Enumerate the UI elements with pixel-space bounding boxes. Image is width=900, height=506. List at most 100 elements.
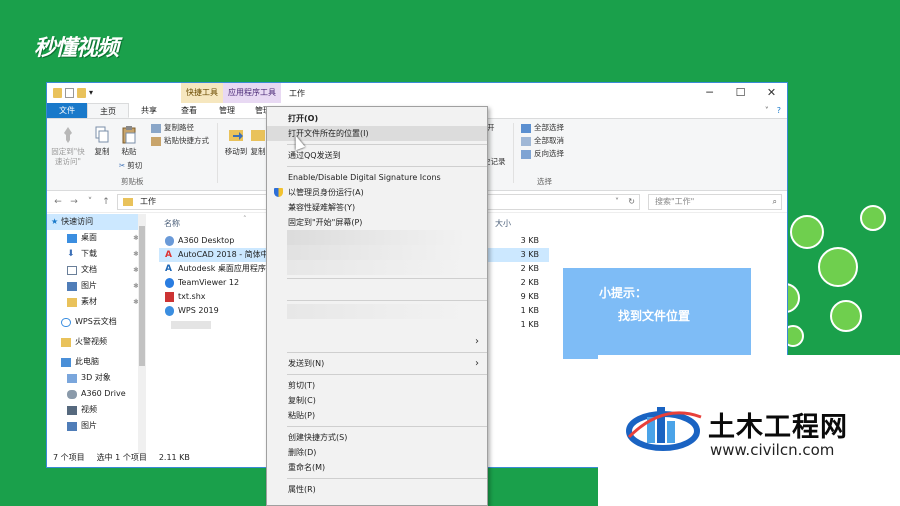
menu-item-open[interactable]: 打开(O)	[267, 111, 487, 126]
nav-item-documents[interactable]: 文档 ✱	[47, 262, 143, 278]
nav-item-quick-access[interactable]: ★ 快速访问	[47, 214, 143, 230]
folder-icon[interactable]	[53, 88, 62, 98]
properties-icon[interactable]	[65, 88, 74, 98]
menu-separator	[287, 278, 487, 279]
nav-item-videos[interactable]: 视频	[47, 402, 143, 418]
blurred-menu-item	[287, 304, 467, 319]
nav-item-wps-cloud[interactable]: WPS云文档	[47, 314, 143, 330]
help-icon[interactable]: ?	[777, 106, 781, 115]
submenu-arrow-icon: ›	[475, 358, 479, 369]
nav-item-fire-video[interactable]: 火警视频	[47, 334, 143, 350]
menu-item-copy[interactable]: 复制(C)	[267, 393, 487, 408]
close-button[interactable]: ✕	[756, 83, 787, 103]
nav-item-desktop[interactable]: 桌面 ✱	[47, 230, 143, 246]
autodesk-icon: A	[165, 264, 172, 274]
menu-item-paste[interactable]: 粘贴(P)	[267, 408, 487, 423]
desktop-icon	[67, 233, 77, 243]
menu-item-label: 发送到(N)	[288, 359, 325, 368]
nav-item-pictures-pc[interactable]: 图片	[47, 418, 143, 434]
paste-button[interactable]: 粘贴	[117, 125, 141, 157]
scissors-icon: ✂	[119, 161, 126, 170]
nav-item-materials[interactable]: 素材 ✱	[47, 294, 143, 310]
menu-separator	[287, 426, 487, 427]
nav-item-a360-drive[interactable]: A360 Drive	[47, 386, 143, 402]
copy-label: 复制	[94, 147, 110, 156]
copy-button[interactable]: 复制	[91, 125, 113, 157]
move-to-button[interactable]: 移动到	[221, 125, 251, 157]
nav-item-pictures[interactable]: 图片 ✱	[47, 278, 143, 294]
paste-shortcut-label: 粘贴快捷方式	[164, 136, 209, 145]
menu-separator	[287, 352, 487, 353]
column-name[interactable]: 名称	[164, 214, 180, 234]
computer-icon	[61, 357, 71, 367]
back-button[interactable]: ←	[53, 197, 63, 207]
menu-item-rename[interactable]: 重命名(M)	[267, 460, 487, 475]
move-folder-icon	[229, 130, 243, 141]
menu-item-compatibility[interactable]: 兼容性疑难解答(Y)	[267, 200, 487, 215]
tab-share[interactable]: 共享	[129, 103, 169, 118]
collapse-ribbon-icon[interactable]: ˅	[765, 106, 769, 115]
customize-icon[interactable]: ▾	[89, 88, 97, 98]
tab-manage-1[interactable]: 管理	[209, 103, 245, 118]
menu-separator	[287, 478, 487, 479]
invert-selection-button[interactable]: 反向选择	[521, 147, 564, 160]
up-button[interactable]: ↑	[101, 197, 111, 207]
nav-item-downloads[interactable]: ⬇ 下载 ✱	[47, 246, 143, 262]
recent-locations-button[interactable]: ˅	[85, 197, 95, 207]
menu-separator	[287, 300, 487, 301]
clipboard-group-label: 剪贴板	[121, 177, 144, 186]
select-none-button[interactable]: 全部取消	[521, 134, 564, 147]
pin-quick-access-button[interactable]: 固定到"快 速访问"	[51, 125, 85, 167]
file-name: A360 Desktop	[178, 236, 235, 245]
maximize-button[interactable]: ☐	[725, 83, 756, 103]
nav-item-this-pc[interactable]: 此电脑	[47, 354, 143, 370]
select-all-button[interactable]: 全部选择	[521, 121, 564, 134]
decorative-circles	[770, 185, 900, 365]
menu-item-pin-start[interactable]: 固定到"开始"屏幕(P)	[267, 215, 487, 230]
wps-icon	[165, 306, 174, 316]
new-folder-icon[interactable]	[77, 88, 86, 98]
tab-shortcut-tools[interactable]: 快捷工具	[181, 83, 223, 103]
file-name: TeamViewer 12	[178, 278, 240, 287]
copy-icon	[95, 126, 109, 143]
invert-selection-label: 反向选择	[534, 149, 564, 158]
nav-item-3d-objects[interactable]: 3D 对象	[47, 370, 143, 386]
menu-item-signature[interactable]: Enable/Disable Digital Signature Icons	[267, 170, 487, 185]
tab-app-tools[interactable]: 应用程序工具	[223, 83, 281, 103]
search-input[interactable]: 搜索"工作" ⌕	[648, 194, 782, 210]
tab-file[interactable]: 文件	[47, 103, 87, 118]
copy-path-button[interactable]: 复制路径	[151, 121, 194, 134]
tab-view[interactable]: 查看	[169, 103, 209, 118]
menu-item-properties[interactable]: 属性(R)	[267, 482, 487, 497]
blurred-file-name	[171, 321, 211, 329]
cut-button[interactable]: ✂ 剪切	[119, 159, 142, 172]
refresh-icon[interactable]: ↻	[628, 195, 635, 209]
tab-home[interactable]: 主页	[87, 103, 129, 118]
menu-item-send-to[interactable]: 发送到(N) ›	[267, 356, 487, 371]
nav-item-label: 3D 对象	[81, 373, 111, 382]
ribbon-separator	[513, 123, 514, 183]
blurred-menu-item	[287, 282, 467, 297]
paste-shortcut-button[interactable]: 粘贴快捷方式	[151, 134, 209, 147]
nav-item-label: 文档	[81, 265, 97, 274]
nav-scrollbar[interactable]	[138, 214, 146, 454]
menu-item-create-shortcut[interactable]: 创建快捷方式(S)	[267, 430, 487, 445]
menu-item-cut[interactable]: 剪切(T)	[267, 378, 487, 393]
address-dropdown-icon[interactable]: ˅	[615, 195, 619, 209]
menu-item-send-qq[interactable]: 通过QQ发送到	[267, 148, 487, 163]
open-button-partial[interactable]: 开	[487, 121, 495, 134]
window-title: 工作	[289, 88, 305, 98]
menu-item-delete[interactable]: 删除(D)	[267, 445, 487, 460]
cube-icon	[67, 373, 77, 383]
document-icon	[67, 265, 77, 275]
menu-separator	[287, 374, 487, 375]
blurred-menu-item	[287, 319, 467, 334]
drive-icon	[67, 389, 77, 399]
scrollbar-thumb[interactable]	[139, 226, 145, 366]
menu-item-blurred-submenu[interactable]: ›	[267, 334, 487, 349]
copy-to-button[interactable]: 复制	[249, 125, 267, 157]
nav-item-label: 快速访问	[61, 217, 94, 226]
menu-item-run-admin[interactable]: 以管理员身份运行(A)	[267, 185, 487, 200]
forward-button[interactable]: →	[69, 197, 79, 207]
minimize-button[interactable]: ─	[694, 83, 725, 103]
